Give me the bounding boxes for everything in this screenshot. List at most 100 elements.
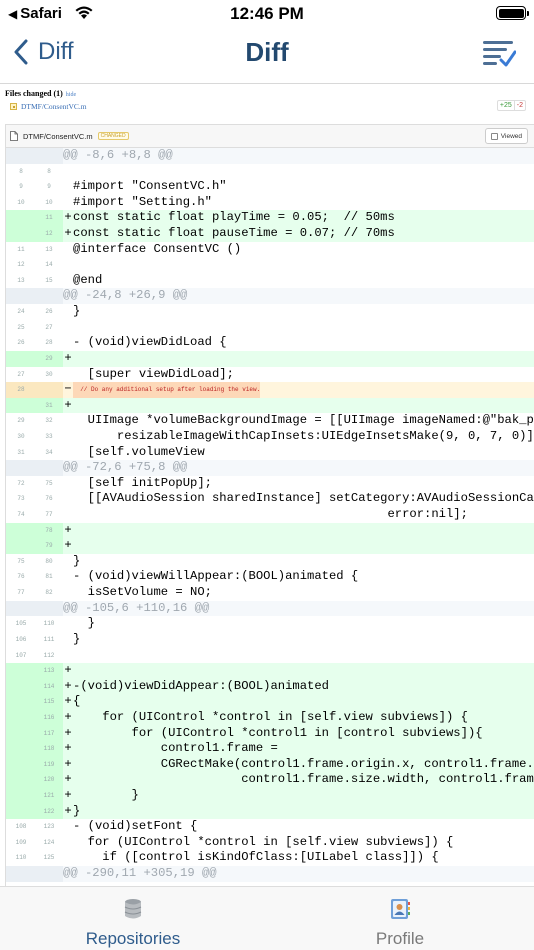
tab-bar: Repositories Profile (0, 886, 534, 950)
diff-hunk-header: @@ -24,8 +26,9 @@ (6, 288, 534, 305)
changed-badge: CHANGED (97, 132, 129, 140)
diff-marker: + (64, 663, 72, 678)
old-line-number: 76 (17, 573, 25, 581)
code-text: -(void)viewDidAppear:(BOOL)animated (73, 678, 329, 693)
old-line-number: 9 (19, 183, 23, 191)
diff-line-added: 29 + (6, 350, 534, 367)
tab-repositories[interactable]: Repositories (33, 897, 233, 949)
code-text: #import "Setting.h" (73, 194, 212, 209)
old-line-number: 29 (17, 417, 25, 425)
tab-profile[interactable]: Profile (300, 897, 500, 949)
diff-line-context: 25 27 (6, 319, 534, 336)
diff-line-added: 12 + const static float pauseTime = 0.07; … (6, 226, 534, 242)
tab-repositories-label: Repositories (85, 929, 181, 948)
changed-file-link[interactable]: DTMF/ConsentVC.m (21, 102, 87, 111)
changed-file-item[interactable]: DTMF/ConsentVC.m (10, 102, 87, 111)
old-line-number: 10 (17, 198, 25, 206)
diff-marker: + (64, 350, 72, 365)
code-text: const static float pauseTime = 0.07; // … (73, 226, 395, 241)
navigation-bar: Diff Diff (0, 28, 534, 84)
code-text: } (73, 304, 81, 319)
viewed-label: Viewed (500, 132, 522, 140)
new-line-number: 115 (43, 698, 55, 706)
diff-line-context: 9 9 #import "ConsentVC.h" (6, 179, 534, 195)
diff-hunk-header: @@ -290,11 +305,19 @@ (6, 866, 534, 882)
new-line-number: 75 (45, 479, 53, 487)
line-gutter (6, 288, 63, 305)
page-title: Diff (245, 37, 289, 67)
new-line-number: 13 (45, 245, 53, 253)
new-line-number: 119 (43, 760, 55, 768)
diff-line-added: 79 + (6, 538, 534, 554)
code-text: @@ -290,11 +305,19 @@ (63, 866, 217, 881)
new-line-number: 82 (45, 589, 53, 597)
database-icon (124, 899, 142, 919)
code-text: for (UIControl *control1 in [control sub… (73, 725, 483, 740)
sliders-check-icon[interactable] (482, 38, 516, 68)
viewed-checkbox[interactable] (490, 132, 498, 140)
diff-line-added: 118 + control1.frame = (6, 741, 534, 757)
new-line-number: 76 (45, 495, 53, 503)
new-line-number: 11 (45, 214, 53, 222)
new-line-number: 120 (43, 776, 55, 784)
new-line-number: 77 (45, 511, 53, 519)
files-changed-summary: Files changed (1) hide DTMF/ConsentVC.m +… (0, 86, 534, 124)
diff-marker: + (64, 709, 72, 724)
new-line-number: 28 (45, 339, 53, 347)
diff-line-context: 26 28 - (void)viewDidLoad { (6, 335, 534, 351)
diff-line-added: 78 + (6, 522, 534, 539)
code-text: } (73, 631, 81, 646)
battery-icon (496, 6, 529, 20)
new-line-number: 9 (47, 183, 51, 191)
diff-file-path: DTMF/ConsentVC.m (23, 131, 93, 141)
viewed-toggle[interactable]: Viewed (484, 128, 528, 144)
new-line-number: 27 (45, 323, 53, 331)
code-text: } (73, 553, 81, 568)
old-line-number: 109 (15, 838, 27, 846)
code-text: control1.frame.size.width, control1.fram… (73, 772, 534, 787)
old-line-number: 72 (17, 479, 25, 487)
new-line-number: 12 (45, 230, 53, 238)
code-text: @@ -72,6 +75,8 @@ (63, 460, 188, 475)
hide-link[interactable]: hide (66, 92, 76, 98)
new-line-number: 118 (43, 745, 55, 753)
new-line-number: 31 (45, 401, 53, 409)
new-line-number: 14 (45, 261, 53, 269)
diff-line-added: 117 + for (UIControl *control1 in [contro… (6, 725, 534, 742)
new-line-number: 34 (45, 448, 53, 456)
diff-line-context: 13 15 @end (6, 272, 534, 289)
line-gutter (6, 866, 63, 882)
diff-line-context: 106 111} (6, 631, 534, 648)
diff-file-header: DTMF/ConsentVC.m CHANGED Viewed (6, 125, 534, 148)
diff-marker: + (64, 522, 72, 537)
new-line-number: 122 (43, 807, 55, 815)
diff-marker: + (64, 397, 72, 412)
diff-marker: + (64, 725, 72, 740)
diff-line-added: 11 + const static float playTime = 0.05; /… (6, 210, 534, 227)
code-text: @interface ConsentVC () (73, 241, 242, 256)
code-text: [super viewDidLoad]; (73, 366, 234, 381)
files-changed-title: Files changed (1) (5, 89, 63, 98)
old-line-number: 107 (15, 651, 27, 659)
old-line-number: 108 (15, 823, 27, 831)
new-line-number: 124 (43, 838, 55, 846)
old-line-number: 28 (17, 386, 25, 394)
diff-marker: + (64, 787, 72, 802)
diff-line-context: 27 30 [super viewDidLoad]; (6, 366, 534, 383)
diff-marker: + (64, 226, 72, 241)
changed-status-icon (10, 103, 17, 110)
code-text: } (73, 616, 95, 631)
new-line-number: 114 (43, 682, 55, 690)
diff-marker: + (64, 678, 72, 693)
diff-line-context: 76 81 - (void)viewWillAppear:(BOOL)animate… (6, 569, 534, 586)
old-line-number: 26 (17, 339, 25, 347)
old-line-number: 11 (17, 245, 25, 253)
code-text: CGRectMake(control1.frame.origin.x, cont… (73, 756, 534, 771)
deletions-count: -2 (513, 101, 525, 110)
code-text: - (void)viewWillAppear:(BOOL)animated { (73, 569, 359, 584)
new-line-number: 10 (45, 198, 53, 206)
diff-line-context: 109 124 for (UIControl *control in [self.… (6, 834, 534, 851)
diff-view[interactable]: DTMF/ConsentVC.m CHANGED Viewed @@ -8,6 … (5, 124, 534, 886)
diff-line-context: 110 125 if ([control isKindOfClass:[UILab… (6, 850, 534, 867)
diff-line-context: 30 33 resizableImageWithCapInsets:UIEdgeI… (6, 428, 534, 445)
